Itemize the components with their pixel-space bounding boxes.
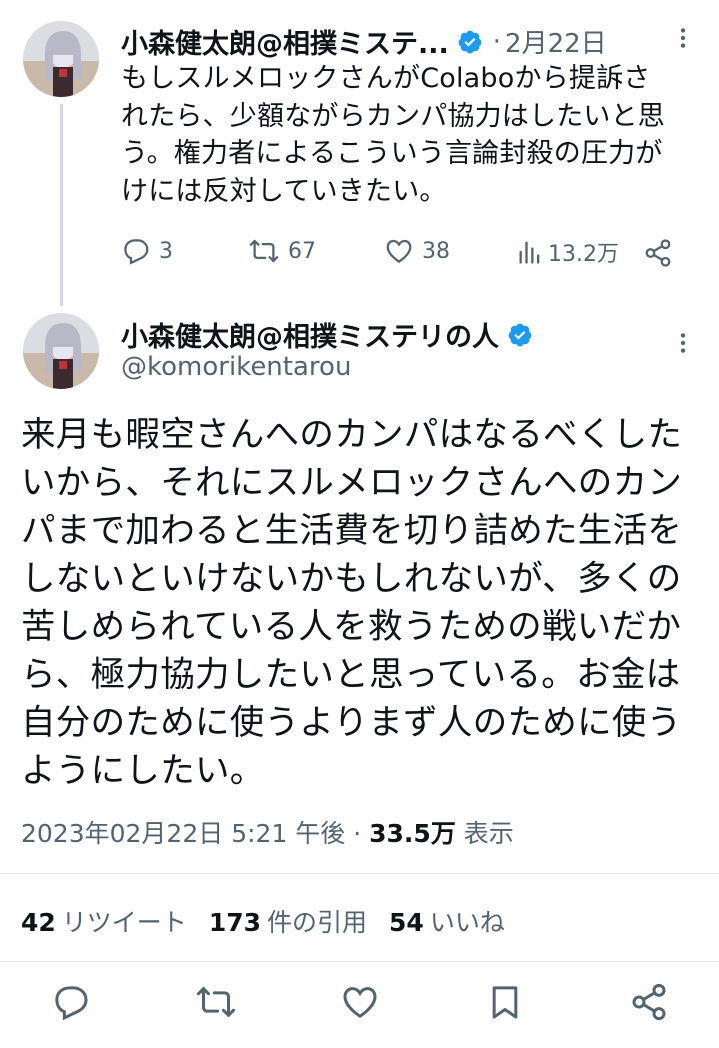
tweet-text-line: 来月も暇空さんへのカンパはなるべくした: [21, 415, 683, 455]
stat-quotes[interactable]: 173 件の引用: [209, 908, 389, 937]
like-icon[interactable]: [340, 982, 380, 1022]
more-icon[interactable]: [670, 330, 696, 356]
tweet-text-line: いから、それにスルメロックさんへのカン: [21, 463, 683, 503]
more-icon[interactable]: [670, 25, 696, 51]
retweets-label: リツイート: [61, 908, 187, 937]
share-icon[interactable]: [629, 982, 669, 1022]
views-total: 33.5万: [369, 819, 456, 848]
header-separator: ·: [492, 26, 502, 57]
parent-tweet-header: 小森健太朗@相撲ミステ... · 2月22日: [121, 22, 607, 61]
like-icon: [386, 239, 412, 263]
parent-display-name[interactable]: 小森健太朗@相撲ミステ...: [121, 22, 449, 61]
tweet-text-line: しないといけないかもしれないが、多くの: [21, 559, 682, 599]
likes-label: いいね: [429, 908, 505, 937]
tweet-text-line: けには反対していきたい。: [121, 175, 447, 207]
quotes-label: 件の引用: [267, 908, 368, 937]
views-count: 13.2万: [548, 242, 619, 267]
share-icon[interactable]: [643, 238, 673, 268]
retweet-count: 67: [288, 238, 316, 264]
verified-badge-icon: [508, 323, 532, 346]
thread-connector-line: [60, 104, 63, 306]
retweet-icon[interactable]: [196, 982, 236, 1022]
likes-total: 54: [389, 908, 424, 937]
like-button[interactable]: 38: [384, 236, 450, 266]
divider: [0, 961, 719, 962]
reply-count: 3: [159, 238, 173, 264]
views-button[interactable]: 13.2万: [516, 236, 619, 268]
main-display-name[interactable]: 小森健太朗@相撲ミステリの人: [121, 315, 499, 354]
stat-likes[interactable]: 54 いいね: [389, 908, 527, 937]
avatar-image: [23, 313, 99, 389]
views-label: 表示: [463, 819, 514, 848]
tweet-text-line: 自分のために使うよりまず人のために使う: [21, 703, 682, 743]
main-avatar[interactable]: [23, 313, 99, 389]
tweet-text-line: う。権力者によるこういう言論封殺の圧力が: [121, 138, 663, 169]
main-handle[interactable]: @komorikentarou: [121, 352, 351, 382]
tweet-text-line: 苦しめられている人を救うための戦いだか: [21, 607, 682, 647]
quotes-total: 173: [208, 908, 261, 937]
retweet-button[interactable]: 67: [248, 236, 316, 266]
views-icon: [519, 241, 540, 264]
verified-badge-icon: [458, 30, 482, 53]
reply-button[interactable]: 3: [121, 236, 173, 266]
parent-tweet-text: もしスルメロックさんがColaboから提訴さ れたら、少額ながらカンパ協力はした…: [121, 60, 665, 210]
tweet-text-line: もしスルメロックさんがColaboから提訴さ: [121, 63, 651, 94]
reply-icon[interactable]: [51, 982, 91, 1022]
main-tweet-header: 小森健太朗@相撲ミステリの人: [121, 315, 533, 354]
retweet-icon: [249, 239, 279, 263]
tweet-text-line: ようにしたい。: [21, 751, 265, 791]
bookmark-icon[interactable]: [485, 982, 525, 1022]
tweet-text-line: れたら、少額ながらカンパ協力はしたいと思: [121, 100, 665, 132]
retweets-total: 42: [21, 908, 56, 937]
parent-date[interactable]: 2月22日: [505, 23, 607, 60]
engagement-stats: 42 リツイート 173 件の引用 54 いいね: [21, 903, 527, 939]
avatar-image: [23, 21, 99, 97]
reply-icon: [124, 239, 149, 265]
stat-retweets[interactable]: 42 リツイート: [21, 908, 209, 937]
tweet-timestamp-line: 2023年02月22日 5:21 午後 · 33.5万 表示: [21, 814, 514, 850]
like-count: 38: [422, 238, 450, 264]
parent-avatar[interactable]: [23, 21, 99, 97]
tweet-timestamp[interactable]: 2023年02月22日 5:21 午後: [21, 819, 345, 848]
tweet-text-line: ら、極力協力したいと思っている。お金は: [21, 655, 681, 695]
tweet-text-line: パまで加わると生活費を切り詰めた生活を: [21, 511, 683, 551]
divider: [0, 873, 719, 874]
main-tweet-text: 来月も暇空さんへのカンパはなるべくした いから、それにスルメロックさんへのカン …: [21, 411, 701, 795]
meta-separator: ·: [353, 819, 362, 848]
